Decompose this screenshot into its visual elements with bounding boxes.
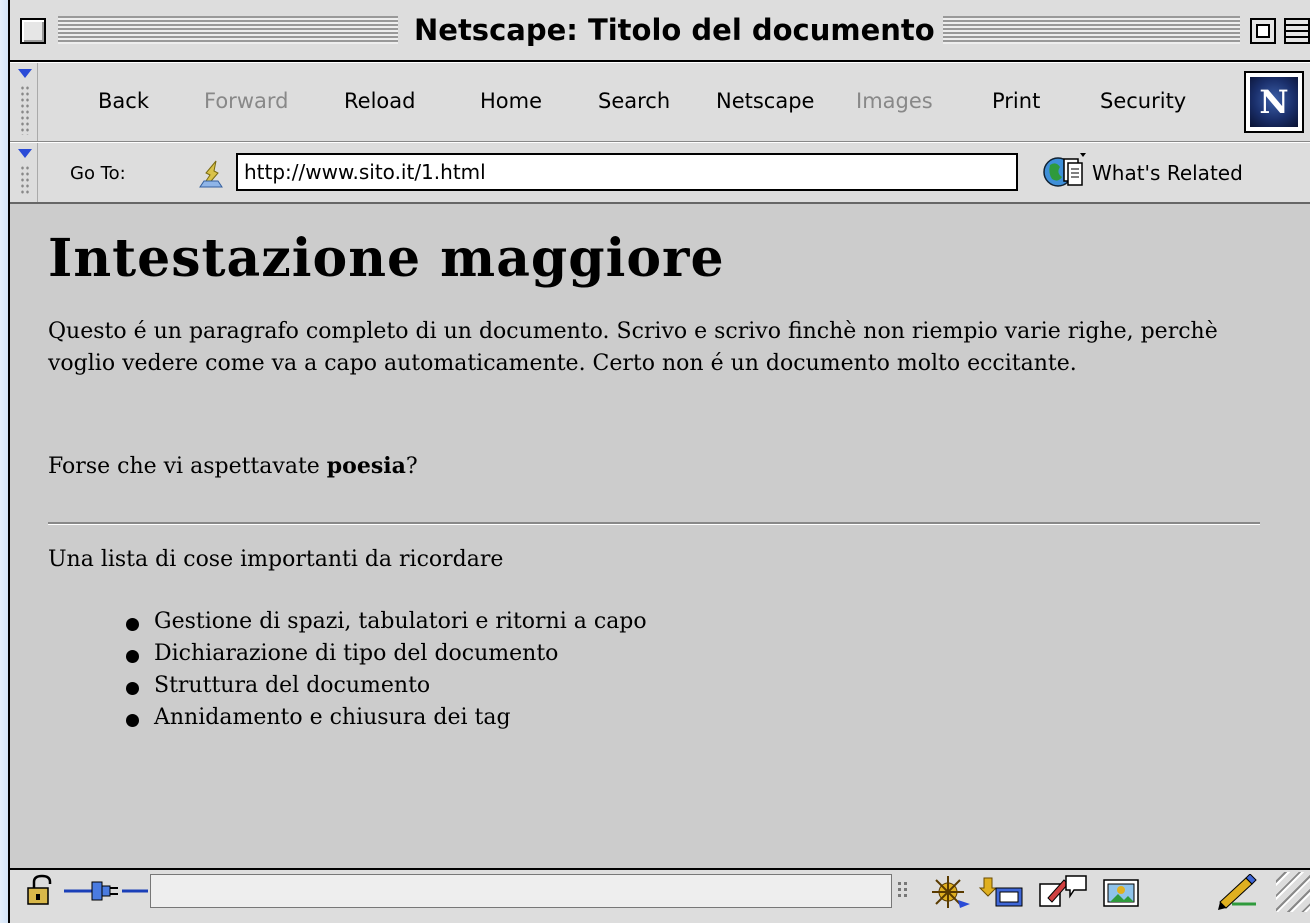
print-button[interactable]: Print xyxy=(992,89,1040,113)
mail-icon[interactable] xyxy=(978,874,1028,910)
page-content: Intestazione maggiore Questo é un paragr… xyxy=(10,204,1310,868)
url-field[interactable]: http://www.sito.it/1.html xyxy=(236,153,1018,191)
grip-dots-icon xyxy=(20,85,30,135)
resize-grip-icon[interactable] xyxy=(1276,872,1310,912)
horizontal-rule xyxy=(48,522,1260,525)
paragraph-2-end: ? xyxy=(405,454,418,479)
netscape-logo[interactable]: N xyxy=(1244,71,1304,133)
forward-button[interactable]: Forward xyxy=(204,89,288,113)
whats-related-button[interactable]: What's Related xyxy=(1092,161,1243,185)
page-heading: Intestazione maggiore xyxy=(48,228,725,289)
status-text-field xyxy=(150,874,892,908)
list-item: Annidamento e chiusura dei tag xyxy=(120,702,647,734)
zoom-box-icon[interactable] xyxy=(1250,18,1276,44)
images-button[interactable]: Images xyxy=(856,89,933,113)
list-item: Gestione di spazi, tabulatori e ritorni … xyxy=(120,606,647,638)
netscape-logo-letter: N xyxy=(1250,77,1298,127)
netscape-button[interactable]: Netscape xyxy=(716,89,814,113)
paragraph-2-text: Forse che vi aspettavate xyxy=(48,454,327,479)
title-stripes-left xyxy=(58,16,398,44)
whats-related-globe-icon[interactable] xyxy=(1042,151,1086,193)
paragraph-2: Forse che vi aspettavate poesia? xyxy=(48,450,1260,483)
connection-plug-icon xyxy=(64,881,148,901)
location-toolbar-collapse-grip[interactable] xyxy=(10,143,38,202)
goto-label: Go To: xyxy=(70,163,126,184)
composer-icon[interactable] xyxy=(1036,874,1088,910)
paragraph-1: Questo é un paragrafo completo di un doc… xyxy=(48,319,1218,376)
location-toolbar: Go To: http://www.sito.it/1.html What's … xyxy=(10,142,1310,204)
navigation-toolbar: Back Forward Reload Home Search Netscape… xyxy=(10,62,1310,142)
title-bar[interactable]: Netscape: Titolo del documento xyxy=(10,0,1310,62)
disclosure-triangle-icon[interactable] xyxy=(18,69,32,78)
close-box-icon[interactable] xyxy=(20,18,46,44)
bullet-list: Gestione di spazi, tabulatori e ritorni … xyxy=(120,606,647,734)
edit-icon[interactable] xyxy=(1216,874,1262,910)
list-item: Struttura del documento xyxy=(120,670,647,702)
home-button[interactable]: Home xyxy=(480,89,542,113)
search-button[interactable]: Search xyxy=(598,89,670,113)
window-title: Netscape: Titolo del documento xyxy=(406,12,943,48)
security-button[interactable]: Security xyxy=(1100,89,1186,113)
page-proxy-icon[interactable] xyxy=(196,157,226,191)
status-bar xyxy=(10,868,1310,923)
browser-window: Netscape: Titolo del documento Back Forw… xyxy=(8,0,1310,923)
paragraph-2-bold: poesia xyxy=(326,453,406,479)
back-button[interactable]: Back xyxy=(98,89,149,113)
component-bar-grip-icon[interactable] xyxy=(894,874,914,908)
disclosure-triangle-icon[interactable] xyxy=(18,149,32,158)
list-intro: Una lista di cose importanti da ricordar… xyxy=(48,547,504,572)
grip-dots-icon xyxy=(20,165,30,196)
addressbook-icon[interactable] xyxy=(1100,874,1144,910)
toolbar-collapse-grip[interactable] xyxy=(10,63,38,141)
reload-button[interactable]: Reload xyxy=(344,89,415,113)
collapse-box-icon[interactable] xyxy=(1284,18,1310,44)
title-stripes-right xyxy=(940,16,1240,44)
navigator-icon[interactable] xyxy=(928,874,972,910)
security-lock-icon[interactable] xyxy=(24,874,60,908)
list-item: Dichiarazione di tipo del documento xyxy=(120,638,647,670)
